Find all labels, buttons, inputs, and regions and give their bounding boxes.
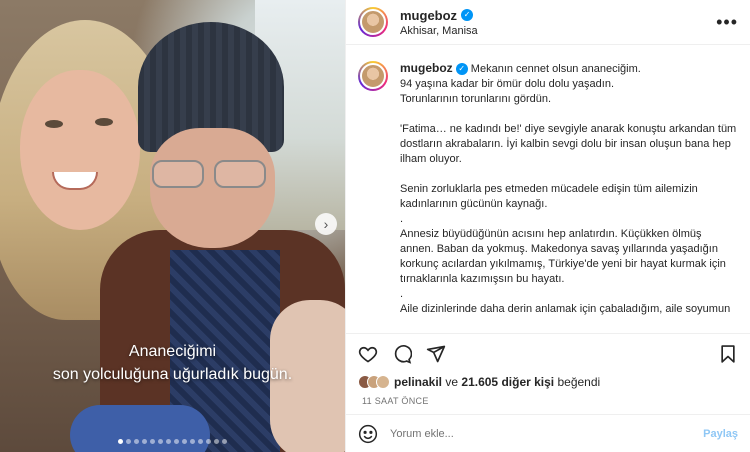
post-side-panel: mugeboz ✓ Akhisar, Manisa ••• mugeboz ✓ … — [345, 0, 750, 452]
caption-line: tırnaklarınla kazımışsın bu hayatı. — [400, 273, 565, 285]
photo-glasses — [150, 160, 270, 190]
verified-badge-icon: ✓ — [461, 9, 474, 21]
caption-line: Aile dizinlerinde daha derin anlamak içi… — [400, 303, 731, 315]
post-comment-button[interactable]: Paylaş — [703, 428, 738, 440]
photo-overlay-text-line-2: son yolculuğuna uğurladık bugün. — [52, 366, 293, 383]
comment-input[interactable] — [390, 427, 704, 440]
photo-young-woman-face — [20, 70, 140, 230]
caption-line: 94 yaşına kadar bir ömür dolu dolu yaşad… — [400, 78, 615, 90]
more-options-icon[interactable]: ••• — [716, 12, 738, 33]
instagram-post: Ananeciğimi son yolculuğuna uğurladık bu… — [0, 0, 750, 452]
caption-line: dostların akrabaların. İyi kalbin sevgi … — [400, 138, 731, 150]
caption-line: Senin zorluklarla pes etmeden mücadele e… — [400, 183, 698, 195]
post-photo[interactable]: Ananeciğimi son yolculuğuna uğurladık bu… — [0, 0, 345, 452]
liker-username[interactable]: pelinakil — [394, 375, 442, 389]
caption-line: Annesiz büyüdüğünün acısını hep anlatırd… — [400, 228, 702, 240]
caption-line: kadınlarının gücünün kaynağı. — [400, 198, 548, 210]
caption-line: Torunlarının torunlarını gördün. — [400, 93, 552, 105]
likes-count[interactable]: 21.605 diğer kişi — [461, 375, 554, 389]
post-timestamp[interactable]: 11 SAAT ÖNCE — [346, 390, 750, 414]
bookmark-icon[interactable] — [718, 344, 738, 364]
header-username[interactable]: mugeboz — [400, 8, 457, 23]
avatar[interactable] — [358, 61, 388, 91]
share-icon[interactable] — [426, 344, 446, 364]
caption-username[interactable]: mugeboz — [400, 61, 453, 75]
caption-line: 'Fatima… ne kadındı be!' diye sevgiyle a… — [400, 123, 737, 135]
caption-area: mugeboz ✓ Mekanın cennet olsun ananeciği… — [346, 45, 750, 334]
likes-summary: pelinakil ve 21.605 diğer kişi beğendi — [346, 374, 750, 390]
likes-suffix: beğendi — [557, 375, 601, 389]
photo-blue-sleeve — [70, 405, 210, 452]
caption-line: korkunç acılardan yıkılmamış, Türkiye'de… — [400, 258, 726, 270]
liker-avatar — [376, 375, 390, 389]
caption-line: . — [400, 213, 404, 225]
carousel-dots — [0, 439, 345, 444]
action-bar — [346, 334, 750, 374]
add-comment-bar: Paylaş — [346, 414, 750, 452]
caption-line: ilham oluyor. — [400, 153, 462, 165]
photo-eye — [95, 118, 113, 126]
photo-overlay-text-line-1: Ananeciğimi — [128, 343, 217, 360]
caption-line: . — [400, 288, 404, 300]
post-header: mugeboz ✓ Akhisar, Manisa ••• — [346, 0, 750, 45]
next-slide-button[interactable]: › — [315, 213, 337, 235]
emoji-icon[interactable] — [358, 424, 378, 444]
caption-line: annen. Baban da yokmuş. Makedonya savaş … — [400, 243, 718, 255]
comment-icon[interactable] — [392, 344, 412, 364]
verified-badge-icon: ✓ — [455, 63, 468, 76]
heart-icon[interactable] — [358, 344, 378, 364]
avatar[interactable] — [358, 7, 388, 37]
photo-eye — [45, 120, 63, 128]
likes-connector: ve — [445, 375, 459, 389]
caption-line: Mekanın cennet olsun ananeciğim. — [470, 63, 641, 75]
location-link[interactable]: Akhisar, Manisa — [400, 25, 716, 37]
